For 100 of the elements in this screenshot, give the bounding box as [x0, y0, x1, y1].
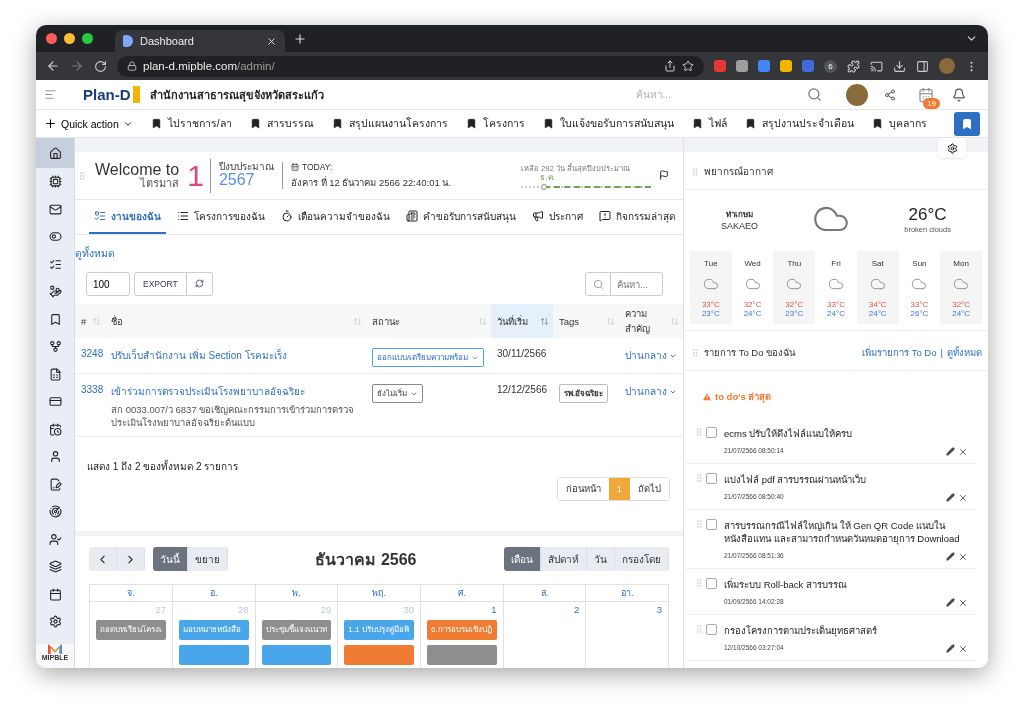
column-header[interactable]: Tags	[553, 304, 619, 338]
refresh-button[interactable]	[186, 272, 213, 296]
sort-icon	[478, 316, 487, 326]
calendar-event[interactable]	[179, 644, 249, 665]
todo-checkbox[interactable]	[706, 472, 717, 484]
extension-icon[interactable]	[780, 60, 792, 72]
close-icon	[958, 492, 968, 503]
drag-handle-icon	[694, 623, 704, 634]
bookmark-link[interactable]: สรุปงานประจำเดือน	[744, 115, 854, 132]
status-dropdown[interactable]: ยังไม่เริ่ม	[372, 384, 423, 403]
user-avatar[interactable]	[846, 83, 868, 106]
delete-button[interactable]	[958, 597, 968, 608]
extension-badge[interactable]: 6	[824, 59, 837, 73]
row-id-link[interactable]: 3338	[81, 384, 104, 395]
signature-file-icon	[48, 477, 62, 491]
edit-button[interactable]	[946, 552, 955, 563]
drag-handle-icon	[694, 518, 704, 529]
cloud-icon	[953, 276, 970, 292]
view-all-link[interactable]: ดูทั้งหมด	[947, 345, 982, 360]
todo-checkbox[interactable]	[706, 578, 717, 590]
bookmark-link[interactable]: ไฟล์	[691, 115, 727, 132]
priority-dropdown[interactable]: ปานกลาง	[625, 384, 677, 399]
add-todo-link[interactable]: เพิ่มรายการ To Do	[862, 345, 937, 360]
coins-hand-icon	[48, 285, 62, 299]
calendar-button[interactable]: วันนี้	[153, 547, 188, 572]
profile-avatar[interactable]	[939, 58, 955, 74]
tab[interactable]: เตือนความจำของฉัน	[276, 200, 395, 234]
tab[interactable]: กิจกรรมล่าสุด	[594, 200, 680, 234]
delete-button[interactable]	[958, 643, 968, 654]
tab[interactable]: โครงการของฉัน	[172, 200, 270, 234]
page-size-field[interactable]: 100	[86, 272, 130, 296]
edit-button[interactable]	[946, 643, 955, 654]
browser-tab[interactable]: Dashboard	[115, 30, 285, 52]
view-button[interactable]: กรองโดย	[615, 547, 669, 572]
puzzle-icon	[847, 59, 860, 73]
tab[interactable]: ประกาศ	[527, 200, 588, 234]
view-all-link[interactable]: ดูทั้งหมด	[75, 245, 683, 262]
maximize-button[interactable]	[82, 33, 93, 44]
todo-checkbox[interactable]	[706, 623, 717, 635]
forecast-day: Wed	[744, 259, 761, 268]
calendar-event[interactable]	[261, 644, 332, 665]
low-temperature: 24°C	[743, 309, 762, 318]
calendar-icon	[290, 162, 299, 171]
forward-icon	[70, 59, 84, 73]
bookmark-link[interactable]: บุคลากร	[871, 115, 927, 132]
delete-button[interactable]	[958, 446, 968, 457]
calendar-clock-icon	[48, 422, 62, 436]
bookmark-link[interactable]: สารบรรณ	[249, 115, 314, 132]
column-header[interactable]: ชื่อ	[105, 304, 366, 338]
task-link[interactable]: ปรับเว็บสำนักงาน เพิ่ม Section โรคมะเร็ง	[111, 348, 287, 363]
bookmark-link[interactable]: ใบแจ้งขอรับการสนับสนุน	[542, 115, 674, 132]
column-header[interactable]: ความสำคัญ	[619, 304, 683, 338]
settings-button[interactable]	[938, 138, 966, 158]
minimize-button[interactable]	[64, 33, 75, 44]
sidebar-item[interactable]	[36, 138, 74, 168]
pencil-icon	[946, 643, 955, 653]
delete-button[interactable]	[958, 552, 968, 563]
bookmark-link[interactable]: ไปราชการ/ลา	[150, 115, 232, 132]
todo-text: แบ่งไฟล์ pdf สารบรรณผ่านหน้าเว็บ	[724, 472, 868, 487]
calendar-event[interactable]	[344, 644, 414, 665]
priority-dropdown[interactable]: ปานกลาง	[625, 348, 677, 363]
status-dropdown[interactable]: ออกแบบ/เตรียมความพร้อม	[372, 348, 485, 367]
favicon-icon	[123, 35, 133, 47]
tab[interactable]: งานของฉัน	[89, 200, 166, 234]
start-date: 12/12/2566	[497, 384, 548, 395]
panel-title: รายการ To Do ของฉัน	[704, 346, 796, 360]
panel-title: พยากรณ์อากาศ	[704, 165, 773, 179]
export-button[interactable]: EXPORT	[134, 272, 187, 296]
task-link[interactable]: เข้าร่วมการตรวจประเมินโรงพยาบาลอัจฉริยะ	[111, 384, 305, 399]
calendar-button[interactable]: ขยาย	[188, 547, 228, 572]
quick-action-button[interactable]: Quick action	[44, 117, 133, 130]
close-icon	[958, 643, 968, 654]
tab[interactable]: คำขอรับการสนับสนุน	[401, 200, 521, 234]
delete-button[interactable]	[958, 492, 968, 503]
back-icon	[46, 59, 60, 73]
star-icon	[682, 60, 694, 72]
view-button[interactable]: วัน	[587, 547, 615, 572]
view-button[interactable]: เดือน	[504, 547, 541, 572]
bookmark-button[interactable]	[954, 111, 980, 136]
column-header[interactable]: วันที่เริ่ม	[491, 304, 553, 338]
row-id-link[interactable]: 3248	[81, 348, 104, 359]
new-tab-button[interactable]	[293, 31, 307, 46]
bookmark-link[interactable]: สรุปแผนงานโครงการ	[331, 115, 448, 132]
table-search-field[interactable]: ค้นหา...	[611, 272, 663, 296]
todo-checkbox[interactable]	[706, 518, 717, 530]
bookmark-link[interactable]: โครงการ	[465, 115, 525, 132]
column-header[interactable]: #	[75, 304, 105, 338]
edit-button[interactable]	[946, 446, 955, 457]
edit-button[interactable]	[946, 492, 955, 503]
calendar-event[interactable]	[427, 644, 497, 665]
address-field[interactable]: plan-d.mipble.com/admin/	[117, 55, 704, 77]
view-button[interactable]: สัปดาห์	[541, 547, 587, 572]
sort-icon	[670, 316, 679, 326]
edit-button[interactable]	[946, 597, 955, 608]
extension-icon[interactable]	[714, 60, 726, 72]
todo-checkbox[interactable]	[706, 427, 717, 438]
day-number: 27	[155, 603, 166, 615]
close-button[interactable]	[46, 33, 57, 44]
column-header[interactable]: สถานะ	[366, 304, 491, 338]
calendar-icon	[48, 587, 62, 601]
